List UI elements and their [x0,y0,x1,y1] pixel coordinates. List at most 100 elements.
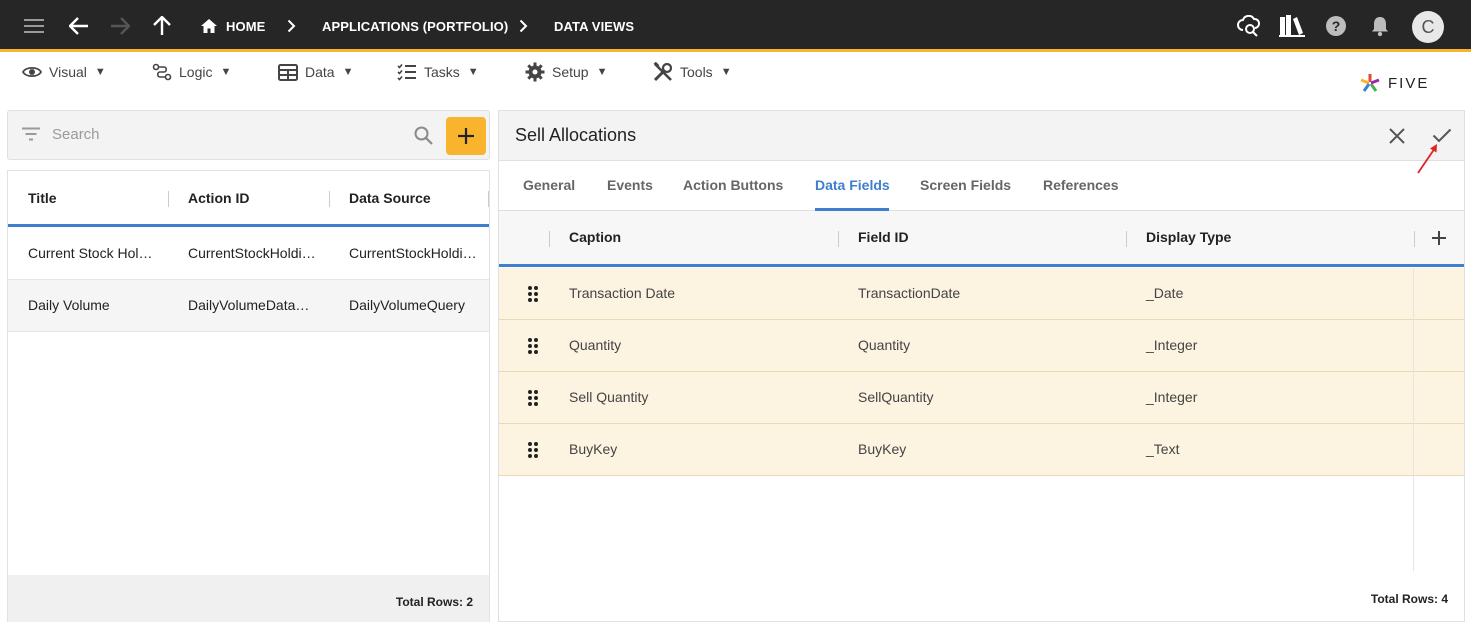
add-record-button[interactable] [446,117,486,155]
up-arrow-icon[interactable] [153,0,171,52]
logic-icon [152,63,172,81]
data-fields-header: Caption Field ID Display Type [499,211,1464,267]
column-divider [549,231,550,247]
drag-handle-icon[interactable] [527,441,539,459]
notifications-bell-icon[interactable] [1370,0,1390,52]
total-rows-label: Total Rows: 2 [395,595,473,609]
search-bar: Search [7,110,490,160]
filter-icon[interactable] [21,127,41,141]
menu-visual-label: Visual [49,64,87,80]
row-display-type: _Integer [1146,337,1198,353]
menu-data[interactable]: Data ▼ [278,60,353,84]
row-caption: Transaction Date [569,285,676,301]
row-data-source: DailyVolumeQuery [349,297,465,313]
row-title: Current Stock Holdings [28,245,160,261]
drag-handle-icon[interactable] [527,285,539,303]
column-header-action-id[interactable]: Action ID [188,190,249,206]
row-action-id: DailyVolumeDataView [188,297,318,313]
five-logo-text: FIVE [1388,74,1430,92]
row-display-type: _Date [1146,285,1184,301]
caret-down-icon: ▼ [94,66,106,78]
column-divider [838,231,839,247]
menu-logic[interactable]: Logic ▼ [152,60,231,84]
row-title: Daily Volume [28,297,110,313]
menu-setup[interactable]: Setup ▼ [525,60,607,84]
row-caption: Sell Quantity [569,389,649,405]
search-input[interactable]: Search [52,126,100,143]
table-row[interactable]: Transaction Date TransactionDate _Date [499,268,1464,320]
cloud-deploy-icon[interactable] [1237,0,1261,52]
data-views-list-panel: Search Title Action ID Data Source Curre… [7,110,490,622]
breadcrumb-home-label: HOME [226,18,266,34]
tab-events[interactable]: Events [607,177,653,193]
menu-visual[interactable]: Visual ▼ [22,60,106,84]
svg-text:?: ? [1332,18,1341,34]
home-icon [201,19,217,33]
row-display-type: _Integer [1146,389,1198,405]
column-divider [488,191,489,207]
user-avatar[interactable]: C [1412,11,1444,43]
row-caption: Quantity [569,337,622,353]
detail-tabs: General Events Action Buttons Data Field… [499,161,1464,211]
total-rows-label: Total Rows: 4 [1370,592,1448,606]
eye-icon [22,66,42,78]
top-app-bar: HOME APPLICATIONS (PORTFOLIO) DATA VIEWS… [0,0,1471,52]
caret-down-icon: ▼ [467,66,479,78]
tab-general[interactable]: General [523,177,575,193]
breadcrumb-applications[interactable]: APPLICATIONS (PORTFOLIO) [322,0,508,52]
row-field-id: SellQuantity [858,389,934,405]
row-action-id: CurrentStockHoldings [188,245,318,261]
table-row[interactable]: Quantity Quantity _Integer [499,320,1464,372]
breadcrumb-data-views[interactable]: DATA VIEWS [554,0,634,52]
column-header-data-source[interactable]: Data Source [349,190,431,206]
drag-handle-icon[interactable] [527,337,539,355]
table-row[interactable]: Daily Volume DailyVolumeDataView DailyVo… [8,280,489,332]
breadcrumb-data-views-label: DATA VIEWS [554,18,635,34]
caret-down-icon: ▼ [596,66,608,78]
column-header-title[interactable]: Title [28,190,57,206]
menu-tools[interactable]: Tools ▼ [653,60,732,84]
checklist-icon [397,63,416,81]
table-row[interactable]: BuyKey BuyKey _Text [499,424,1464,476]
column-divider [329,191,330,207]
table-footer: Total Rows: 2 [8,575,489,622]
tab-data-fields[interactable]: Data Fields [815,177,890,193]
column-header-field-id[interactable]: Field ID [858,229,909,245]
forward-arrow-icon[interactable] [110,0,130,52]
five-logo: FIVE [1358,70,1429,96]
close-icon[interactable] [1389,128,1405,144]
row-field-id: Quantity [858,337,911,353]
menu-data-label: Data [305,64,335,80]
library-books-icon[interactable] [1279,0,1305,52]
column-divider [1414,231,1415,247]
data-views-table: Title Action ID Data Source Current Stoc… [7,170,490,622]
caret-down-icon: ▼ [342,66,354,78]
five-logo-mark-icon [1360,74,1380,92]
record-detail-panel: Sell Allocations General Events Action B… [498,110,1465,622]
back-arrow-icon[interactable] [69,0,89,52]
table-row[interactable]: Current Stock Holdings CurrentStockHoldi… [8,228,489,280]
help-icon[interactable]: ? [1325,0,1347,52]
column-header-display-type[interactable]: Display Type [1146,229,1231,245]
tab-screen-fields[interactable]: Screen Fields [920,177,1011,193]
tab-action-buttons[interactable]: Action Buttons [683,177,783,193]
plus-icon [458,128,474,144]
menu-tasks-label: Tasks [424,64,460,80]
menu-tasks[interactable]: Tasks ▼ [397,60,479,84]
tools-icon [653,62,673,82]
column-divider [1126,231,1127,247]
breadcrumb-home[interactable]: HOME [200,0,265,52]
column-header-caption[interactable]: Caption [569,229,621,245]
hamburger-menu-icon[interactable] [24,0,46,52]
add-field-plus-icon[interactable] [1431,230,1447,246]
row-caption: BuyKey [569,441,618,457]
breadcrumb-applications-label: APPLICATIONS (PORTFOLIO) [322,18,509,34]
table-row[interactable]: Sell Quantity SellQuantity _Integer [499,372,1464,424]
caret-down-icon: ▼ [220,66,232,78]
column-divider [1413,268,1414,571]
row-data-source: CurrentStockHoldings [349,245,479,261]
drag-handle-icon[interactable] [527,389,539,407]
search-icon[interactable] [414,126,433,145]
tab-references[interactable]: References [1043,177,1119,193]
row-field-id: BuyKey [858,441,907,457]
